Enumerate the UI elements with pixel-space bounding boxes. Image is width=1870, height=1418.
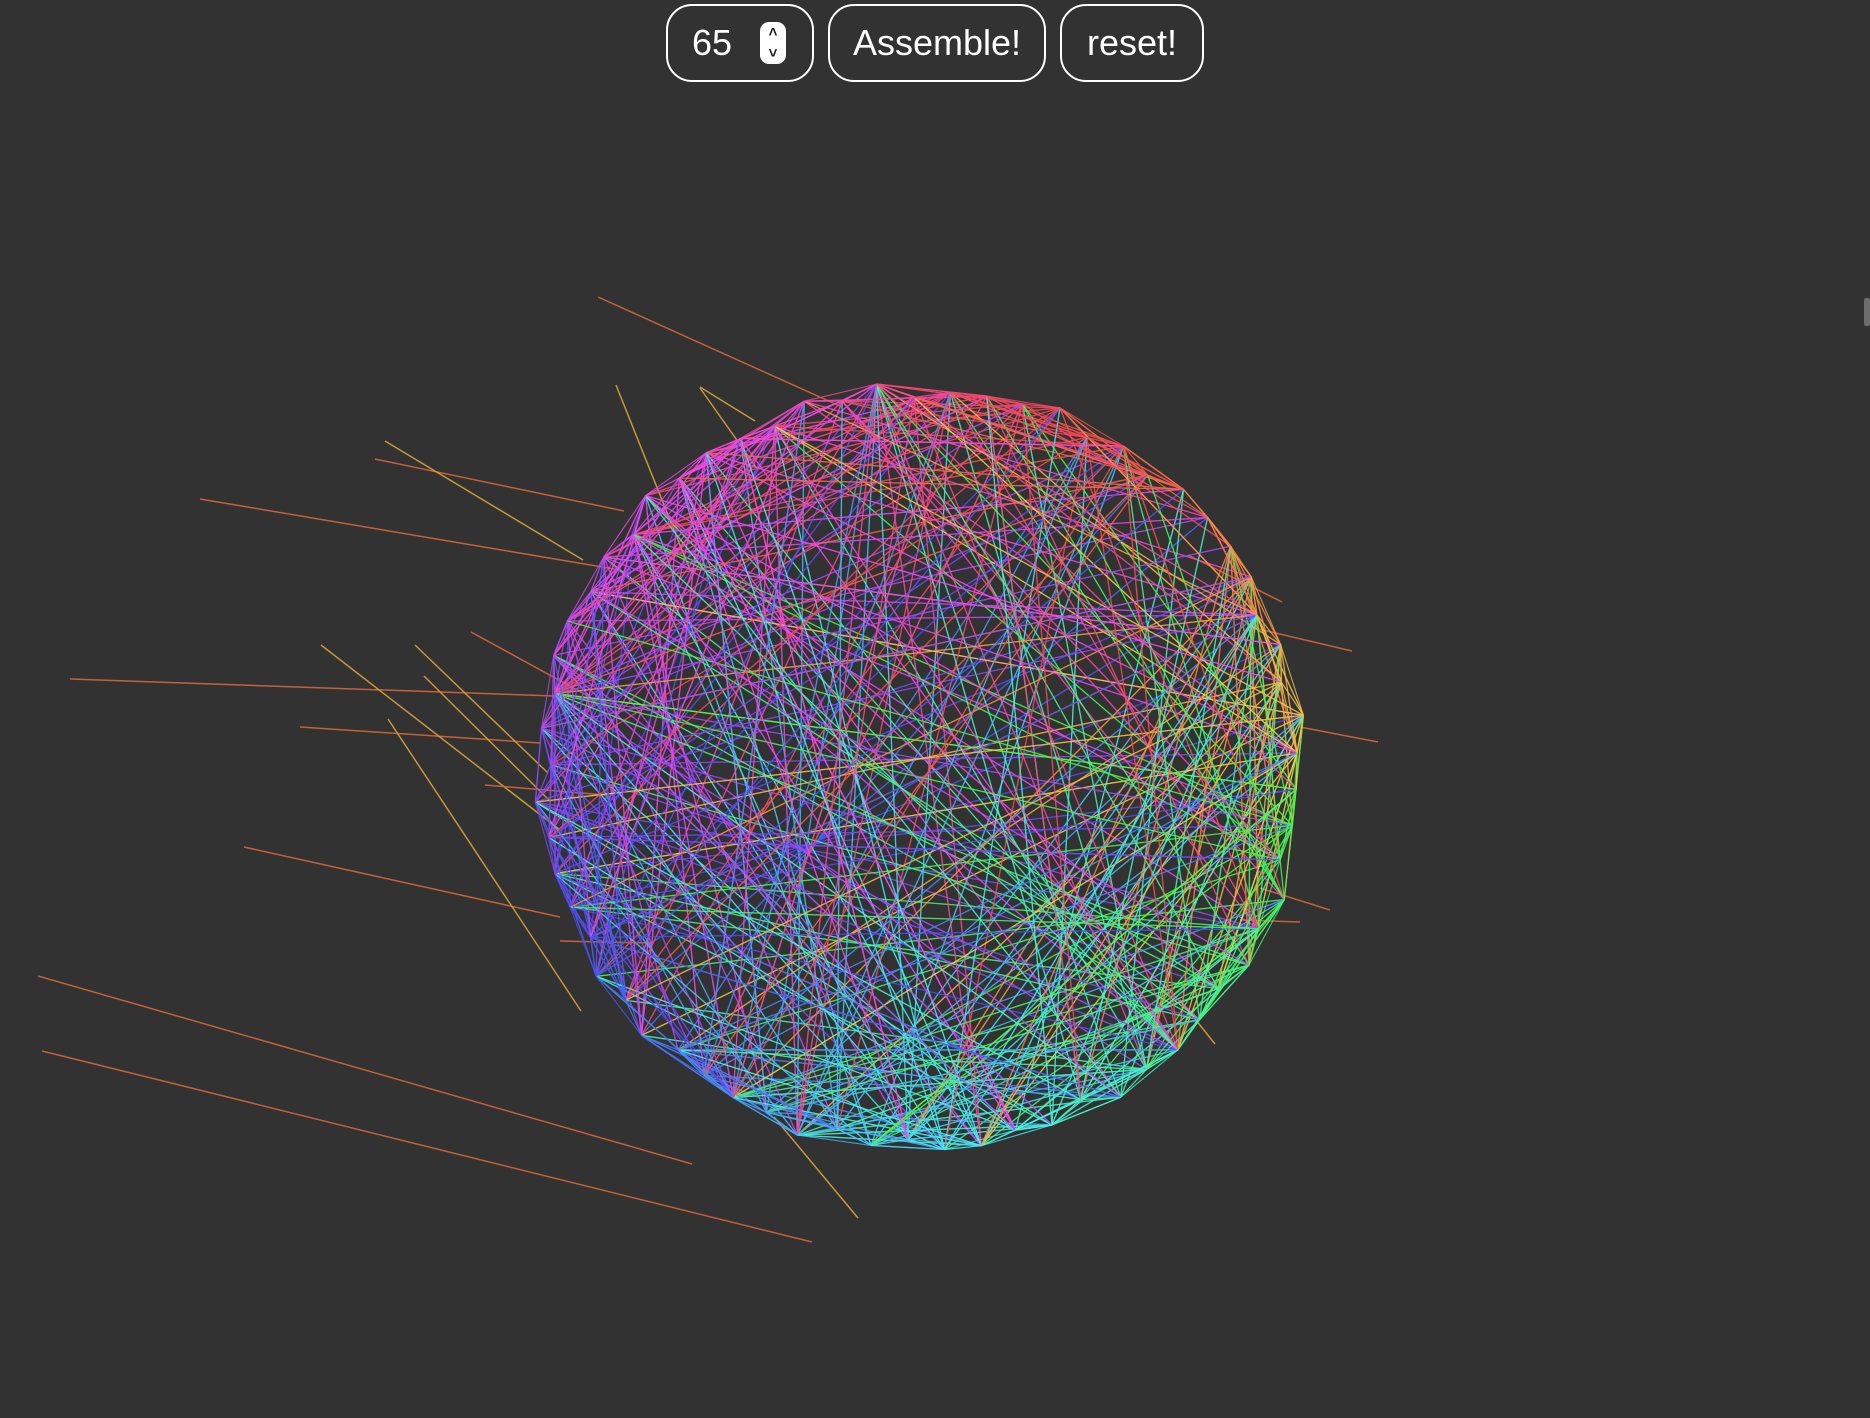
string-line (554, 397, 915, 875)
string-line (374, 458, 625, 512)
string-line (633, 533, 1179, 1051)
string-line (1014, 928, 1259, 1131)
string-line (1123, 445, 1184, 490)
stray-line-group (37, 296, 1379, 1243)
scrollbar-thumb[interactable] (1864, 298, 1870, 326)
string-line (553, 620, 568, 656)
point-count-value: 65 (692, 22, 733, 63)
string-art-app: 65 ˄ ˅ Assemble! reset! (0, 0, 1870, 1418)
string-line (199, 498, 621, 571)
string-line (1280, 644, 1282, 683)
string-line (414, 644, 549, 774)
reset-button[interactable]: reset! (1060, 4, 1204, 82)
chevron-down-icon[interactable]: ˅ (760, 43, 786, 64)
string-line (320, 644, 561, 831)
string-line (299, 726, 541, 744)
string-line (699, 386, 756, 422)
string-art-canvas (37, 296, 1379, 1243)
assemble-button[interactable]: Assemble! (828, 4, 1046, 82)
point-count-input[interactable]: 65 ˄ ˅ (666, 4, 814, 82)
string-line (384, 440, 584, 561)
string-line (1299, 726, 1379, 743)
string-line (705, 452, 768, 1113)
string-line (37, 975, 693, 1165)
string-line (41, 1050, 813, 1243)
toolbar: 65 ˄ ˅ Assemble! reset! (0, 4, 1870, 82)
string-line (597, 296, 843, 408)
string-line (950, 391, 1148, 476)
string-line (69, 678, 555, 697)
chevron-up-icon[interactable]: ˄ (760, 22, 786, 43)
up-down-stepper-icon[interactable]: ˄ ˅ (760, 22, 787, 64)
sphere-string-group (534, 383, 1305, 1151)
